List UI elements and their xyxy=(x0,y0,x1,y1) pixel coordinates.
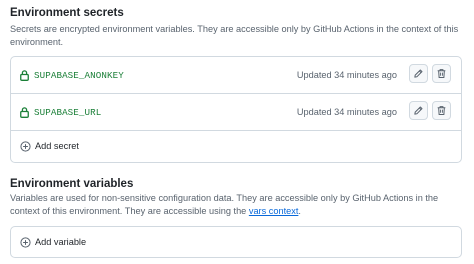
variables-description-end: . xyxy=(298,205,301,216)
pencil-icon xyxy=(414,69,423,78)
edit-secret-button[interactable] xyxy=(409,64,428,83)
secret-row: SUPABASE_ANONKEY Updated 34 minutes ago xyxy=(11,57,461,94)
secret-row: SUPABASE_URL Updated 34 minutes ago xyxy=(11,94,461,131)
secrets-description: Secrets are encrypted environment variab… xyxy=(10,24,459,47)
secret-updated: Updated 34 minutes ago xyxy=(296,70,397,80)
plus-circle-icon xyxy=(20,237,31,248)
variables-list: Add variable xyxy=(10,226,462,258)
variables-description-text: Variables are used for non-sensitive con… xyxy=(10,193,439,216)
delete-secret-button[interactable] xyxy=(432,101,451,120)
trash-icon xyxy=(437,106,446,115)
secrets-list: SUPABASE_ANONKEY Updated 34 minutes ago … xyxy=(10,56,462,163)
add-secret-label[interactable]: Add secret xyxy=(35,141,79,151)
edit-secret-button[interactable] xyxy=(409,101,428,120)
lock-icon xyxy=(20,107,29,118)
lock-icon xyxy=(20,70,29,81)
secret-name: SUPABASE_ANONKEY xyxy=(34,70,124,81)
pencil-icon xyxy=(414,106,423,115)
variables-description: Variables are used for non-sensitive con… xyxy=(10,192,466,217)
plus-circle-icon xyxy=(20,141,31,152)
delete-secret-button[interactable] xyxy=(432,64,451,83)
vars-context-link[interactable]: vars context xyxy=(249,206,299,216)
secret-name: SUPABASE_URL xyxy=(34,107,102,118)
secret-updated: Updated 34 minutes ago xyxy=(296,107,397,117)
add-variable-button[interactable]: Add variable xyxy=(11,227,461,259)
add-secret-button[interactable]: Add secret xyxy=(11,131,461,163)
secrets-title: Environment secrets xyxy=(10,7,124,19)
trash-icon xyxy=(437,69,446,78)
add-variable-label[interactable]: Add variable xyxy=(35,237,86,247)
variables-title: Environment variables xyxy=(10,178,134,190)
